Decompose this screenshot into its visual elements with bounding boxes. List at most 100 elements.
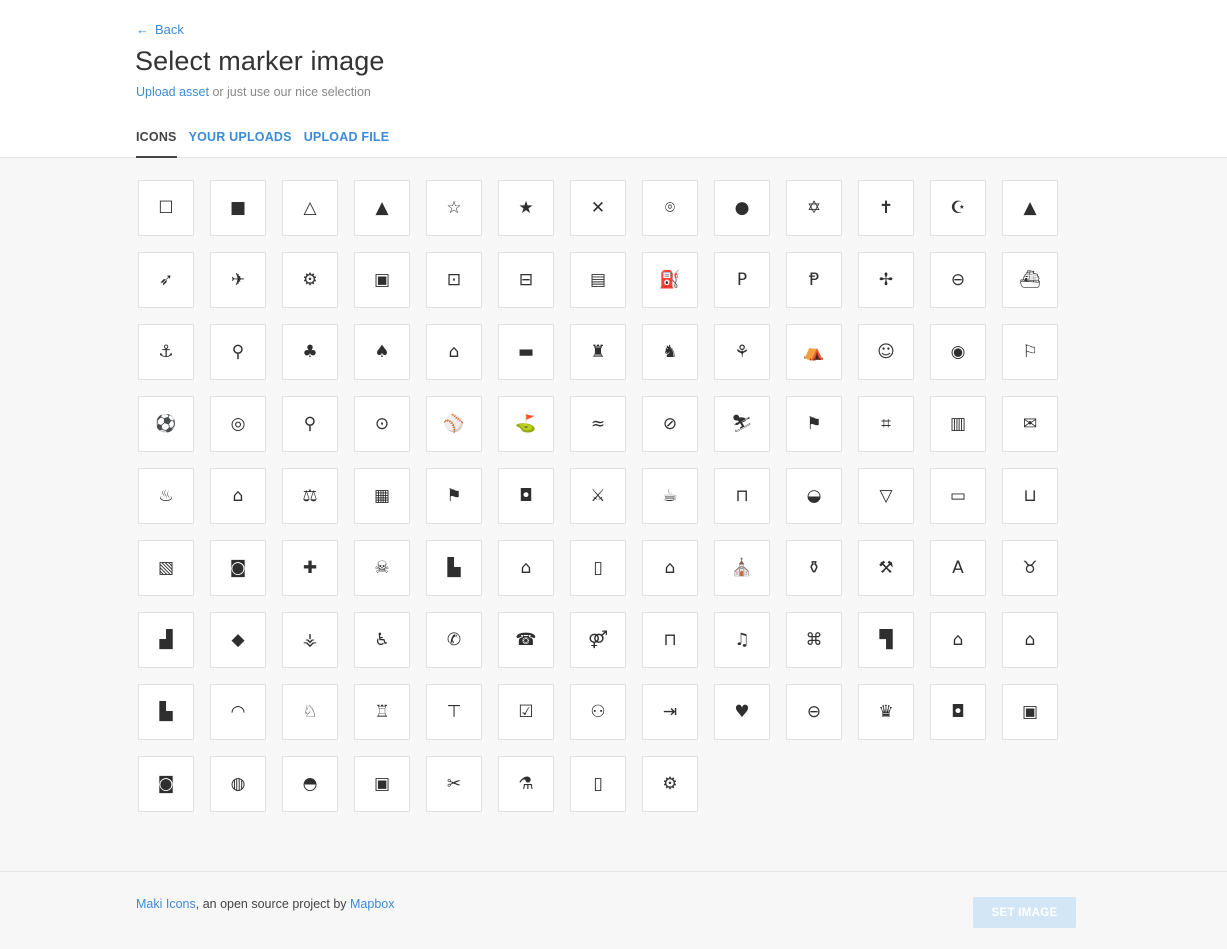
icon-tile-cemetery[interactable]: ▲ <box>1002 180 1058 236</box>
icon-tile-restaurant[interactable]: ⚔ <box>570 468 626 524</box>
icon-tile-chemist[interactable]: ⚗ <box>498 756 554 812</box>
icon-tile-hairdresser[interactable]: ✂ <box>426 756 482 812</box>
icon-tile-square-stroked[interactable]: ☐ <box>138 180 194 236</box>
icon-tile-marker-stroked[interactable]: ⌾ <box>642 180 698 236</box>
icon-tile-minefield[interactable]: ♛ <box>858 684 914 740</box>
icon-tile-telephone[interactable]: ✆ <box>426 612 482 668</box>
icon-tile-warehouse[interactable]: ⌂ <box>498 540 554 596</box>
icon-tile-alcohol-shop[interactable]: ⚱ <box>786 540 842 596</box>
icon-tile-bus[interactable]: ▤ <box>570 252 626 308</box>
icon-tile-library[interactable]: ▥ <box>930 396 986 452</box>
icon-tile-playground[interactable]: ⚇ <box>570 684 626 740</box>
icon-tile-marker[interactable]: ● <box>714 180 770 236</box>
icon-tile-rail-underground[interactable]: ◘ <box>930 684 986 740</box>
icon-tile-police[interactable]: ⚖ <box>282 468 338 524</box>
icon-tile-rail-above[interactable]: ▣ <box>1002 684 1058 740</box>
icon-tile-beer[interactable]: ◘ <box>498 468 554 524</box>
icon-tile-lodging[interactable]: ▬ <box>498 324 554 380</box>
icon-tile-fuel[interactable]: ⛽ <box>642 252 698 308</box>
icon-tile-roadblock[interactable]: ⊖ <box>930 252 986 308</box>
icon-tile-cross[interactable]: ✕ <box>570 180 626 236</box>
icon-tile-basketball[interactable]: ⊙ <box>354 396 410 452</box>
icon-tile-toilets[interactable]: ⚤ <box>570 612 626 668</box>
icon-tile-disability[interactable]: ♿ <box>354 612 410 668</box>
icon-tile-clothing-store[interactable]: ⊤ <box>426 684 482 740</box>
icon-tile-shop[interactable]: ⊓ <box>714 468 770 524</box>
icon-tile-park[interactable]: ♣ <box>282 324 338 380</box>
icon-tile-laundry[interactable]: ◍ <box>210 756 266 812</box>
icon-tile-place-of-worship[interactable]: ⛪ <box>714 540 770 596</box>
icon-tile-cafe[interactable]: ☕ <box>642 468 698 524</box>
icon-tile-land-use[interactable]: ⌘ <box>786 612 842 668</box>
icon-tile-bicycle[interactable]: ⚲ <box>210 324 266 380</box>
icon-tile-square[interactable]: ■ <box>210 180 266 236</box>
icon-tile-farm[interactable]: ▙ <box>138 684 194 740</box>
icon-tile-rail[interactable]: ▣ <box>354 252 410 308</box>
icon-tile-star[interactable]: ★ <box>498 180 554 236</box>
icon-tile-monument[interactable]: ♜ <box>570 324 626 380</box>
icon-tile-garden[interactable]: ⚘ <box>714 324 770 380</box>
icon-tile-art-gallery[interactable]: ◉ <box>930 324 986 380</box>
tab-icons[interactable]: ICONS <box>136 130 177 158</box>
icon-tile-museum[interactable]: ⌂ <box>426 324 482 380</box>
tab-your-uploads[interactable]: YOUR UPLOADS <box>189 130 292 158</box>
icon-tile-cinema[interactable]: ▧ <box>138 540 194 596</box>
icon-tile-slaughterhouse[interactable]: ♉ <box>1002 540 1058 596</box>
icon-tile-bank[interactable]: ▭ <box>930 468 986 524</box>
icon-tile-town[interactable]: ⌂ <box>930 612 986 668</box>
icon-tile-bar[interactable]: ▽ <box>858 468 914 524</box>
icon-tile-commercial[interactable]: ▯ <box>570 540 626 596</box>
icon-tile-campsite[interactable]: ⛺ <box>786 324 842 380</box>
icon-tile-harbor[interactable]: ⚓ <box>138 324 194 380</box>
icon-tile-school[interactable]: ⚑ <box>786 396 842 452</box>
icon-tile-camera[interactable]: ◙ <box>138 756 194 812</box>
icon-tile-cricket[interactable]: ⊘ <box>642 396 698 452</box>
icon-tile-fire-station[interactable]: ♨ <box>138 468 194 524</box>
icon-tile-theatre[interactable]: ☺ <box>858 324 914 380</box>
icon-tile-emergency-telephone[interactable]: ☎ <box>498 612 554 668</box>
icon-tile-ferry[interactable]: ⛴ <box>1002 252 1058 308</box>
icon-tile-building[interactable]: ⌂ <box>642 540 698 596</box>
icon-tile-grocery[interactable]: ⊔ <box>1002 468 1058 524</box>
back-link[interactable]: ← Back <box>136 22 184 37</box>
icon-tile-airport[interactable]: ✈ <box>210 252 266 308</box>
icon-tile-oil-well[interactable]: A <box>930 540 986 596</box>
icon-tile-america-football[interactable]: ◎ <box>210 396 266 452</box>
icon-tile-heliport[interactable]: ⚙ <box>282 252 338 308</box>
icon-tile-entrance[interactable]: ⇥ <box>642 684 698 740</box>
icon-tile-triangle[interactable]: ▲ <box>354 180 410 236</box>
icon-tile-heart[interactable]: ♥ <box>714 684 770 740</box>
icon-tile-scooter[interactable]: ⚙ <box>642 756 698 812</box>
icon-tile-town-hall[interactable]: ⌂ <box>210 468 266 524</box>
tab-upload-file[interactable]: UPLOAD FILE <box>304 130 390 158</box>
icon-tile-star-stroked[interactable]: ☆ <box>426 180 482 236</box>
icon-tile-triangle-stroked[interactable]: △ <box>282 180 338 236</box>
icon-tile-religious-christian[interactable]: ✝ <box>858 180 914 236</box>
icon-tile-car[interactable]: ◓ <box>282 756 338 812</box>
icon-tile-mobilephone[interactable]: ▯ <box>570 756 626 812</box>
icon-tile-london-underground[interactable]: ⊖ <box>786 684 842 740</box>
icon-tile-religious-jewish[interactable]: ✡ <box>786 180 842 236</box>
icon-tile-polling-place[interactable]: ☑ <box>498 684 554 740</box>
icon-tile-airfield[interactable]: ✢ <box>858 252 914 308</box>
icon-tile-danger[interactable]: ☠ <box>354 540 410 596</box>
icon-tile-parking[interactable]: P <box>714 252 770 308</box>
icon-tile-hospital[interactable]: ✚ <box>282 540 338 596</box>
icon-tile-zoo[interactable]: ♞ <box>642 324 698 380</box>
icon-tile-rail-metro[interactable]: ⊡ <box>426 252 482 308</box>
set-image-button[interactable]: SET IMAGE <box>973 897 1076 928</box>
icon-tile-pharmacy[interactable]: ◙ <box>210 540 266 596</box>
maki-icons-link[interactable]: Maki Icons <box>136 897 196 911</box>
icon-tile-religious-muslim[interactable]: ☪ <box>930 180 986 236</box>
upload-asset-link[interactable]: Upload asset <box>136 85 209 99</box>
icon-tile-college[interactable]: ⌗ <box>858 396 914 452</box>
icon-tile-lighthouse[interactable]: ♖ <box>354 684 410 740</box>
icon-tile-rail-light[interactable]: ⊟ <box>498 252 554 308</box>
icon-tile-fast-food[interactable]: ◒ <box>786 468 842 524</box>
icon-tile-waste-basket[interactable]: ⊓ <box>642 612 698 668</box>
icon-tile-wetland[interactable]: ⚶ <box>282 612 338 668</box>
icon-tile-city[interactable]: ▜ <box>858 612 914 668</box>
icon-tile-water[interactable]: ◆ <box>210 612 266 668</box>
icon-tile-soccer[interactable]: ⚽ <box>138 396 194 452</box>
icon-tile-suitcase[interactable]: ▣ <box>354 756 410 812</box>
